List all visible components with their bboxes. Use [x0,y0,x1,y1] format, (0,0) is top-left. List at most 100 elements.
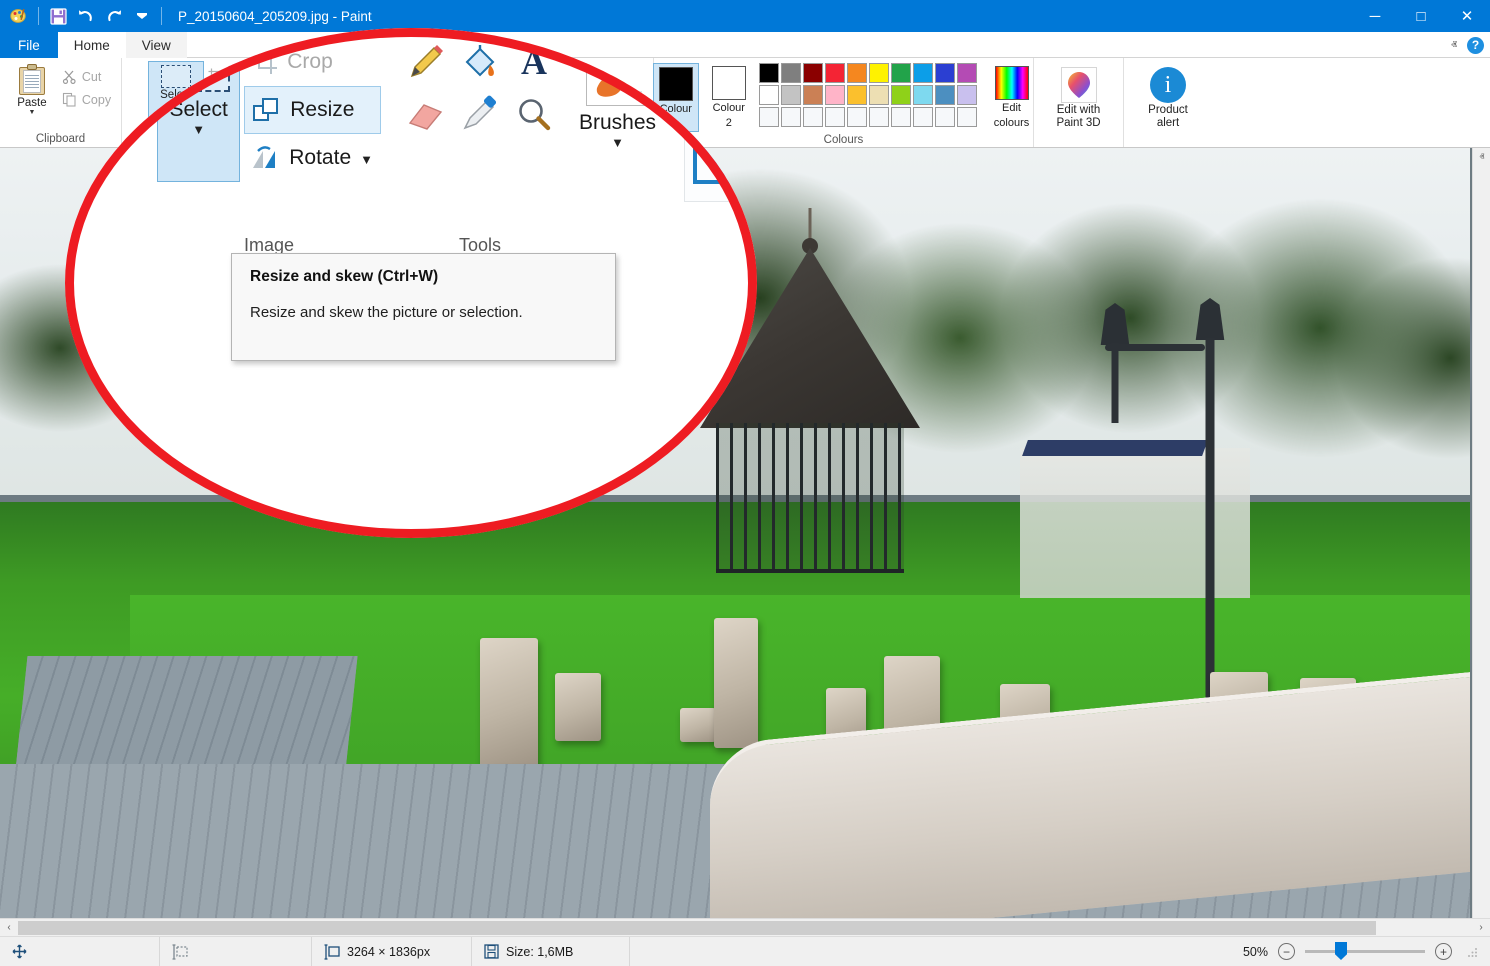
magnified-rotate-label: Rotate [289,146,352,169]
magnifier-icon[interactable] [507,88,561,140]
customize-qat-icon[interactable] [129,3,155,29]
magnified-brushes-button[interactable]: Brushes ▼ [579,42,656,149]
redo-icon[interactable] [101,3,127,29]
info-badge-letter: i [1164,72,1172,98]
image-size-icon [324,943,340,960]
product-alert-label-line1: Product [1148,104,1188,116]
line-size-icon[interactable] [684,36,743,73]
minimize-button[interactable]: ─ [1352,0,1398,32]
save-icon[interactable] [45,3,71,29]
file-size-value: Size: 1,6MB [506,944,574,959]
palette-swatch-1-6[interactable] [868,63,889,83]
zoom-slider-thumb[interactable] [1335,942,1347,960]
status-image-size: 3264 × 1836px [312,936,472,966]
palette-swatch-1-3[interactable] [802,63,823,83]
ribbon-group-product-alert: i Product alert [1124,58,1212,147]
magnified-resize-button[interactable]: Resize [244,86,381,134]
edit-colours-label-line2: colours [993,117,1030,129]
qat-separator-2 [161,7,162,25]
palette-swatch-2-9[interactable] [934,85,955,105]
palette-icon [10,9,26,23]
palette-swatch-3-1[interactable] [758,107,779,127]
palette-swatch-2-2[interactable] [780,85,801,105]
zoom-slider-track[interactable] [1305,942,1425,960]
tooltip: Resize and skew (Ctrl+W) Resize and skew… [231,253,616,361]
palette-swatch-3-7[interactable] [890,107,911,127]
fill-with-colour-icon[interactable] [453,36,507,88]
file-size-icon [484,944,499,959]
magnified-crop-button[interactable]: Crop [244,38,381,86]
magnified-shapes-gallery[interactable] [684,79,757,202]
palette-swatch-1-8[interactable] [912,63,933,83]
maximize-button[interactable]: □ [1398,0,1444,32]
product-alert-button[interactable]: i Product alert [1132,64,1204,129]
palette-swatch-1-5[interactable] [846,63,867,83]
palette-swatch-3-6[interactable] [868,107,889,127]
horizontal-scrollbar[interactable]: ‹ › [0,918,1490,936]
palette-swatch-3-4[interactable] [824,107,845,127]
palette-swatch-1-9[interactable] [934,63,955,83]
colours-group-label: Colours [823,134,864,146]
colour-palette[interactable] [758,63,977,127]
palette-row-2 [758,85,977,105]
pencil-icon[interactable] [399,36,453,88]
palette-swatch-3-2[interactable] [780,107,801,127]
vertical-scrollbar[interactable]: ⱏ [1472,148,1490,918]
palette-swatch-1-2[interactable] [780,63,801,83]
gazebo-ironwork [716,423,904,573]
select-caret-icon[interactable]: ▼ [192,123,205,136]
palette-swatch-1-1[interactable] [758,63,779,83]
eraser-icon[interactable] [399,88,453,140]
magnified-crop-label: Crop [287,50,333,73]
colour-picker-icon[interactable] [453,88,507,140]
collapse-ribbon-icon[interactable]: ⱏ [1451,38,1457,53]
magnified-group-brushes: Brushes ▼ [565,28,670,260]
paste-button[interactable]: Paste ▼ [6,61,58,116]
palette-swatch-2-8[interactable] [912,85,933,105]
info-icon: i [1150,67,1186,103]
palette-swatch-2-7[interactable] [890,85,911,105]
palette-swatch-2-3[interactable] [802,85,823,105]
palette-swatch-1-7[interactable] [890,63,911,83]
brushes-caret-icon[interactable]: ▼ [611,136,624,149]
edit-with-paint3d-button[interactable]: Edit with Paint 3D [1040,64,1118,129]
horizontal-scroll-thumb[interactable] [18,920,1376,935]
scroll-right-icon[interactable]: › [1472,919,1490,937]
edit-colours-icon [994,66,1029,100]
palette-swatch-1-10[interactable] [956,63,977,83]
palette-swatch-2-10[interactable] [956,85,977,105]
rotate-caret-icon[interactable]: ▼ [360,153,373,166]
zoom-in-button[interactable]: + [1435,943,1452,960]
product-alert-label-line2: alert [1156,117,1180,129]
palette-swatch-3-5[interactable] [846,107,867,127]
palette-swatch-1-4[interactable] [824,63,845,83]
scroll-left-icon[interactable]: ‹ [0,919,18,937]
edit-colours-button[interactable]: Edit colours [989,63,1034,130]
palette-swatch-2-1[interactable] [758,85,779,105]
palette-swatch-3-8[interactable] [912,107,933,127]
magnified-rotate-button[interactable]: Rotate ▼ [244,134,381,182]
palette-swatch-2-5[interactable] [846,85,867,105]
magnified-group-shapes [670,28,757,260]
zoom-level-label: 50% [1242,944,1268,959]
zoom-out-button[interactable]: − [1278,943,1295,960]
palette-swatch-3-3[interactable] [802,107,823,127]
image-size-value: 3264 × 1836px [347,944,431,959]
window-title: P_20150604_205209.jpg - Paint [178,8,372,24]
tab-file[interactable]: File [0,32,58,58]
resize-grip-icon[interactable] [1466,946,1478,958]
palette-swatch-3-10[interactable] [956,107,977,127]
text-icon[interactable]: A [507,36,561,88]
help-icon[interactable]: ? [1467,36,1484,54]
magnified-group-image: Select ▼ Crop Resize Rotate ▼ Image [143,28,395,260]
palette-swatch-2-6[interactable] [868,85,889,105]
undo-icon[interactable] [73,3,99,29]
close-button[interactable]: ✕ [1444,0,1490,32]
status-selection-size [160,936,312,966]
magnified-select-button[interactable]: Select ▼ [157,36,241,182]
paste-caret-icon[interactable]: ▼ [28,109,35,116]
palette-swatch-3-9[interactable] [934,107,955,127]
scroll-up-icon[interactable]: ⱏ [1473,148,1490,166]
palette-swatch-2-4[interactable] [824,85,845,105]
paint-logo-icon[interactable] [6,3,32,29]
